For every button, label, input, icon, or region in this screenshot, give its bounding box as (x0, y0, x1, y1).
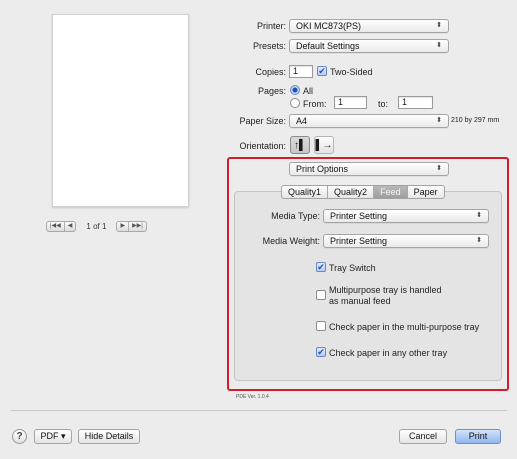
presets-label: Presets: (252, 41, 286, 51)
preview-pager: |◀◀ ◀ 1 of 1 ▶ ▶▶| (46, 221, 147, 232)
updown-arrows-icon: ⬍ (436, 165, 442, 172)
pages-from-field[interactable]: 1 (334, 96, 367, 109)
pages-to-label: to: (378, 99, 389, 109)
print-button[interactable]: Print (455, 429, 501, 444)
two-sided-checkbox[interactable]: ✔ (317, 66, 327, 76)
pages-from-label: From: (303, 99, 327, 109)
help-icon: ? (16, 431, 23, 442)
printer-value: OKI MC873(PS) (296, 21, 362, 31)
tab-quality2[interactable]: Quality2 (327, 186, 373, 198)
two-sided-label: Two-Sided (330, 67, 373, 77)
updown-arrows-icon: ⬍ (436, 117, 442, 124)
pages-label: Pages: (257, 86, 286, 96)
updown-arrows-icon: ⬍ (476, 212, 482, 219)
multipurpose-manual-checkbox[interactable] (316, 290, 326, 300)
landscape-icon: ▌→ (315, 139, 333, 151)
pages-from-radio[interactable] (290, 98, 300, 108)
orientation-portrait-button[interactable]: ↑▌ (290, 136, 310, 154)
pages-all-radio[interactable] (290, 85, 300, 95)
pages-all-label: All (303, 86, 314, 96)
updown-arrows-icon: ⬍ (436, 42, 442, 49)
media-type-popup[interactable]: Printer Setting ⬍ (323, 209, 489, 223)
check-other-tray-label: Check paper in any other tray (329, 348, 448, 358)
tab-paper[interactable]: Paper (406, 186, 444, 198)
section-popup-value: Print Options (296, 164, 349, 174)
last-page-icon[interactable]: ▶▶| (128, 222, 146, 231)
tab-quality1[interactable]: Quality1 (282, 186, 327, 198)
pde-version: PDE Ver. 1.0.4 (236, 394, 269, 400)
check-other-tray-checkbox[interactable]: ✔ (316, 347, 326, 357)
tray-switch-checkbox[interactable]: ✔ (316, 262, 326, 272)
pdf-menu-button[interactable]: PDF ▾ (34, 429, 72, 444)
presets-value: Default Settings (296, 41, 360, 51)
option-tabs: Quality1 Quality2 Feed Paper (281, 185, 445, 199)
preview-back-buttons[interactable]: |◀◀ ◀ (46, 221, 77, 232)
paper-size-label: Paper Size: (239, 116, 286, 126)
updown-arrows-icon: ⬍ (436, 22, 442, 29)
section-popup[interactable]: Print Options ⬍ (289, 162, 449, 176)
presets-popup[interactable]: Default Settings ⬍ (289, 39, 449, 53)
help-button[interactable]: ? (12, 429, 27, 444)
paper-dimensions: 210 by 297 mm (451, 117, 500, 124)
media-type-label: Media Type: (271, 211, 320, 221)
check-mp-tray-label: Check paper in the multi-purpose tray (329, 322, 480, 332)
printer-label: Printer: (256, 21, 286, 31)
tray-switch-label: Tray Switch (329, 263, 376, 273)
hide-details-button[interactable]: Hide Details (78, 429, 140, 444)
tab-feed[interactable]: Feed (373, 186, 407, 198)
copies-label: Copies: (255, 67, 286, 77)
orientation-label: Orientation: (239, 141, 286, 151)
pages-to-field[interactable]: 1 (398, 96, 433, 109)
multipurpose-manual-line2: as manual feed (329, 296, 391, 306)
media-weight-popup[interactable]: Printer Setting ⬍ (323, 234, 489, 248)
footer-divider (11, 410, 507, 411)
previous-page-icon[interactable]: ◀ (63, 222, 76, 231)
media-type-value: Printer Setting (330, 211, 388, 221)
media-weight-value: Printer Setting (330, 236, 388, 246)
next-page-icon[interactable]: ▶ (117, 222, 128, 231)
media-weight-label: Media Weight: (262, 236, 320, 246)
preview-forward-buttons[interactable]: ▶ ▶▶| (116, 221, 147, 232)
printer-popup[interactable]: OKI MC873(PS) ⬍ (289, 19, 449, 33)
paper-size-popup[interactable]: A4 ⬍ (289, 114, 449, 128)
check-mp-tray-checkbox[interactable] (316, 321, 326, 331)
paper-size-value: A4 (296, 116, 308, 126)
updown-arrows-icon: ⬍ (476, 237, 482, 244)
page-count: 1 of 1 (86, 222, 107, 231)
multipurpose-manual-line1: Multipurpose tray is handled (329, 285, 442, 295)
orientation-landscape-button[interactable]: ▌→ (314, 136, 334, 154)
cancel-button[interactable]: Cancel (399, 429, 447, 444)
copies-field[interactable]: 1 (289, 65, 313, 78)
portrait-icon: ↑▌ (293, 139, 307, 151)
first-page-icon[interactable]: |◀◀ (47, 222, 64, 231)
page-preview (52, 14, 189, 207)
